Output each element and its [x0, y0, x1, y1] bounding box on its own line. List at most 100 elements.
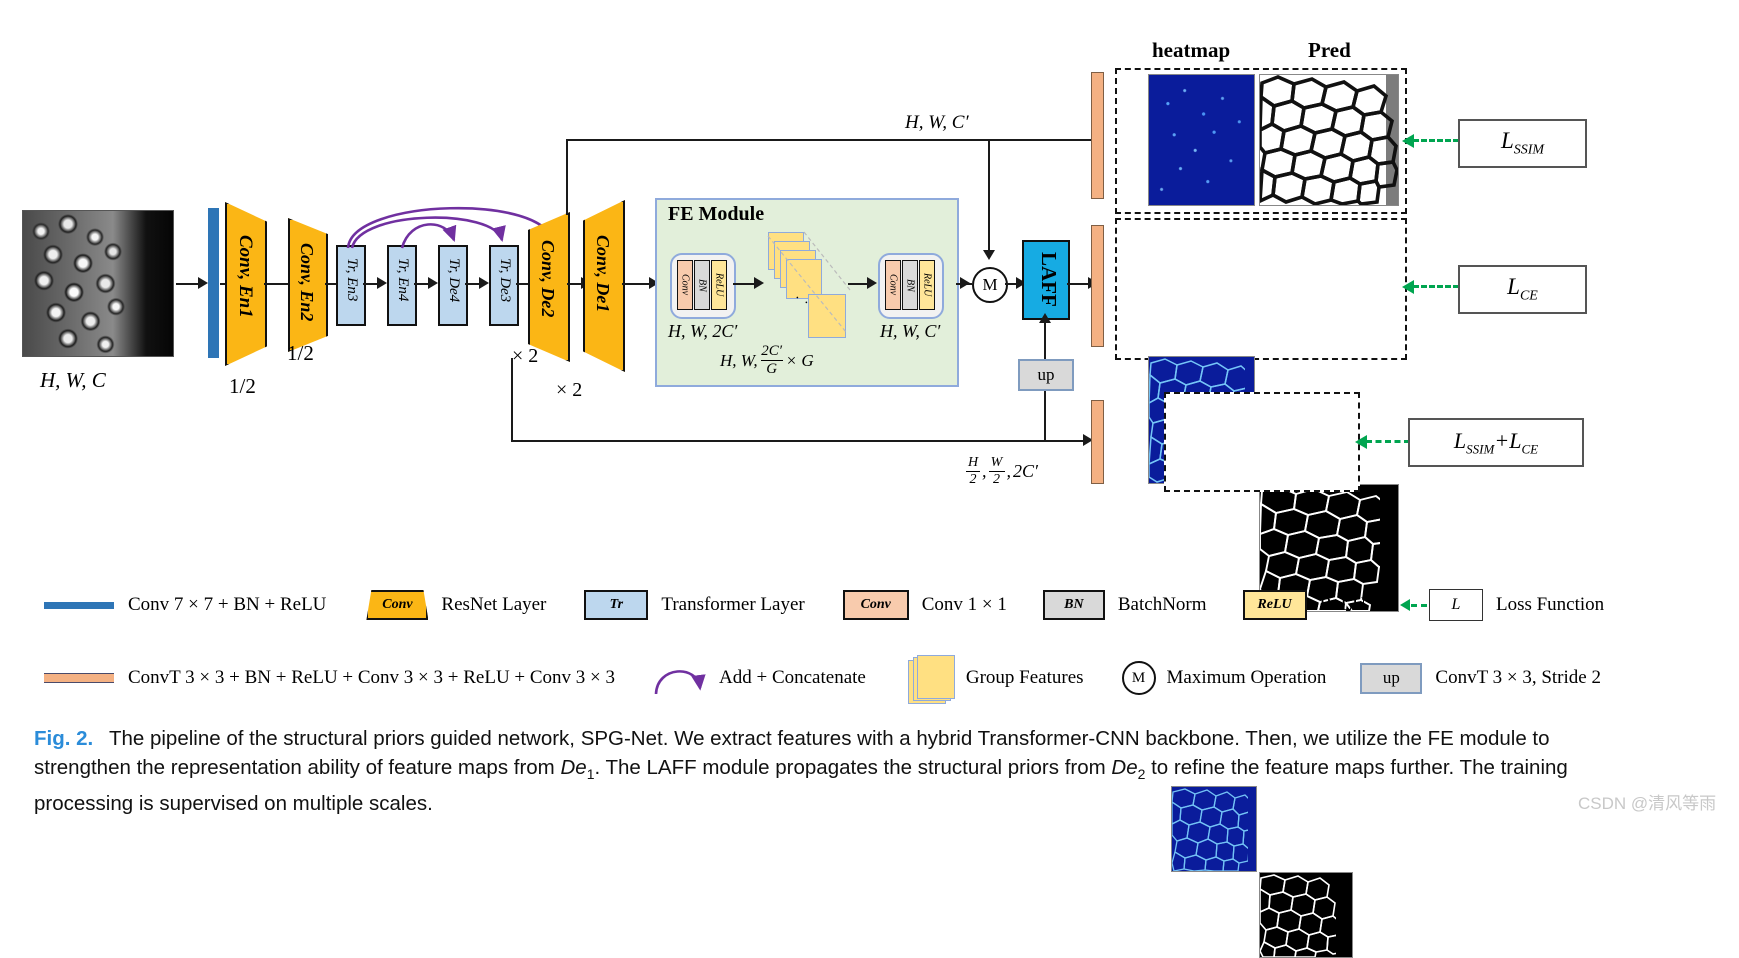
- legend-label-convt-block: ConvT 3 × 3 + BN + ReLU + Conv 3 × 3 + R…: [128, 667, 616, 688]
- column-header-pred: Pred: [1308, 38, 1351, 62]
- block-conv-en1-label: Conv, En1: [235, 235, 256, 318]
- loss-symbol-label: L: [1451, 596, 1461, 613]
- legend-label-add-concat: Add + Concatenate: [719, 667, 866, 688]
- fe-chip-conv-2: Conv: [885, 260, 901, 310]
- arrowhead: [867, 277, 877, 289]
- loss-3-extra-subscript: CE: [1521, 441, 1539, 457]
- arrowhead-green: [1402, 134, 1414, 148]
- yellow-trapezoid-icon: Conv: [366, 590, 429, 620]
- legend-item-transformer: Tr Transformer Layer: [584, 590, 805, 620]
- peach-bar-icon: [44, 673, 114, 683]
- figure-number: Fig. 2.: [34, 727, 94, 750]
- legend-label-conv7x7: Conv 7 × 7 + BN + ReLU: [128, 594, 327, 615]
- caption-text-2: . The LAFF module propagates the structu…: [594, 756, 1112, 779]
- m-circle-label: M: [1131, 669, 1146, 686]
- frac-H-den: 2: [969, 472, 977, 488]
- fe-group-dim-prefix: H, W,: [720, 350, 758, 370]
- output-row-3-pred: [1259, 872, 1353, 958]
- legend-item-convt-block: ConvT 3 × 3 + BN + ReLU + Conv 3 × 3 + R…: [44, 667, 615, 689]
- skip-bottom-dim-label: H 2 , W 2 , 2C′: [966, 455, 1038, 488]
- frac-H-num: H: [967, 455, 979, 470]
- laff-label: LAFF: [1037, 252, 1061, 307]
- fe-module-title: FE Module: [668, 203, 765, 225]
- loss-3-symbol: L: [1453, 427, 1467, 453]
- csdn-watermark: CSDN @清风等雨: [1578, 794, 1717, 813]
- loss-1-subscript: SSIM: [1513, 142, 1545, 158]
- up-box-icon: up: [1360, 662, 1423, 694]
- block-conv-de2-label: Conv, De2: [538, 240, 558, 318]
- fe-chip-bn-2: BN: [902, 260, 918, 310]
- fe-block1-dim: H, W, 2C′: [668, 321, 738, 341]
- legend-item-resnet: Conv ResNet Layer: [366, 590, 546, 620]
- convt-bar-bottom: [1091, 400, 1104, 484]
- legend-item-up: up ConvT 3 × 3, Stride 2: [1360, 662, 1601, 694]
- block-conv-de1-label: Conv, De1: [593, 235, 613, 313]
- legend-label-conv1x1: Conv 1 × 1: [921, 594, 1007, 615]
- fe-chip-bn-1: BN: [694, 260, 710, 310]
- arrowhead: [479, 277, 489, 289]
- yellow-stack-icon: [907, 655, 955, 704]
- blue-box-icon: Tr: [584, 590, 649, 620]
- output-row-3-panel: [1164, 392, 1360, 492]
- loss-3-subscript: SSIM: [1466, 441, 1495, 457]
- up-box-label: up: [1382, 668, 1400, 687]
- loss-2-subscript: CE: [1519, 288, 1538, 304]
- legend-item-relu: ReLU ReLU: [1242, 590, 1366, 620]
- legend-label-transformer: Transformer Layer: [661, 594, 805, 615]
- block-conv-en2-label: Conv, En2: [297, 243, 317, 322]
- m-circle-icon: M: [1121, 661, 1156, 695]
- legend-item-conv1x1: Conv Conv 1 × 1: [842, 590, 1007, 620]
- loss-arrow-2: [1413, 285, 1459, 288]
- arrowhead: [377, 277, 387, 289]
- arrowhead: [1039, 313, 1051, 323]
- fe-chip-bn-1-label: BN: [696, 278, 708, 292]
- pred-cell-structure: [1260, 75, 1398, 205]
- loss-arrow-3: [1366, 440, 1410, 443]
- skip-top-vertical: [566, 140, 568, 215]
- peach-box-icon: Conv: [842, 590, 909, 620]
- maximum-operation-label: M: [982, 275, 998, 294]
- gray-box-label: BN: [1064, 597, 1084, 612]
- loss-box-ssim[interactable]: LSSIM: [1458, 119, 1587, 168]
- gray-box-icon: BN: [1042, 590, 1105, 620]
- fe-chip-relu-2-label: ReLU: [921, 273, 933, 297]
- legend-label-loss: Loss Function: [1495, 594, 1605, 615]
- fe-chip-relu-1-label: ReLU: [713, 273, 725, 297]
- skip-bottom-channels: 2C′: [1013, 461, 1038, 482]
- block-tr-en4-label: Tr, En4: [395, 258, 411, 302]
- output-row-2-panel: [1115, 218, 1407, 360]
- arrowhead: [428, 277, 438, 289]
- legend-label-relu: ReLU: [1319, 594, 1366, 615]
- block-conv-de2-scale: × 2: [512, 345, 539, 367]
- loss-2-symbol: L: [1507, 274, 1520, 300]
- output-row-1-heatmap: [1148, 74, 1255, 206]
- loss-box-ce[interactable]: LCE: [1458, 265, 1587, 314]
- green-arrow-icon: [1399, 599, 1427, 611]
- input-image: [22, 210, 174, 357]
- fe-chip-conv-2-label: Conv: [887, 274, 899, 296]
- block-tr-de3-label: Tr, De3: [497, 258, 513, 303]
- up-sampling-box[interactable]: up: [1018, 359, 1074, 391]
- arrow-de1-to-fe: [622, 283, 652, 285]
- skip-bottom-vertical: [511, 358, 513, 441]
- conv7x7-bn-relu-bar: [208, 208, 219, 358]
- legend-label-up: ConvT 3 × 3, Stride 2: [1435, 667, 1601, 688]
- loss-3-extra: +L: [1494, 427, 1522, 453]
- skip-top-horizontal: [566, 139, 1096, 141]
- legend-item-group-features: Group Features: [907, 655, 1084, 704]
- frac-W-den: 2: [993, 472, 1000, 488]
- yellow-trapezoid-label: Conv: [382, 597, 413, 612]
- purple-curved-arrow-icon: [654, 670, 706, 695]
- frac-W-num: W: [990, 455, 1003, 470]
- skip-bottom-to-up-vertical: [1044, 388, 1046, 441]
- convt-bar-mid: [1091, 225, 1104, 347]
- fe-chip-conv-1-label: Conv: [679, 274, 691, 296]
- maximum-operation-node[interactable]: M: [972, 267, 1008, 303]
- arrowhead-green: [1355, 435, 1367, 449]
- legend-item-loss: L Loss Function: [1399, 589, 1605, 621]
- legend-label-maximum: Maximum Operation: [1166, 667, 1327, 688]
- up-label: up: [1037, 365, 1055, 384]
- loss-box-ssim-plus-ce[interactable]: LSSIM+LCE: [1408, 418, 1584, 467]
- output-row-1-pred: [1259, 74, 1399, 206]
- legend-label-batchnorm: BatchNorm: [1117, 594, 1207, 615]
